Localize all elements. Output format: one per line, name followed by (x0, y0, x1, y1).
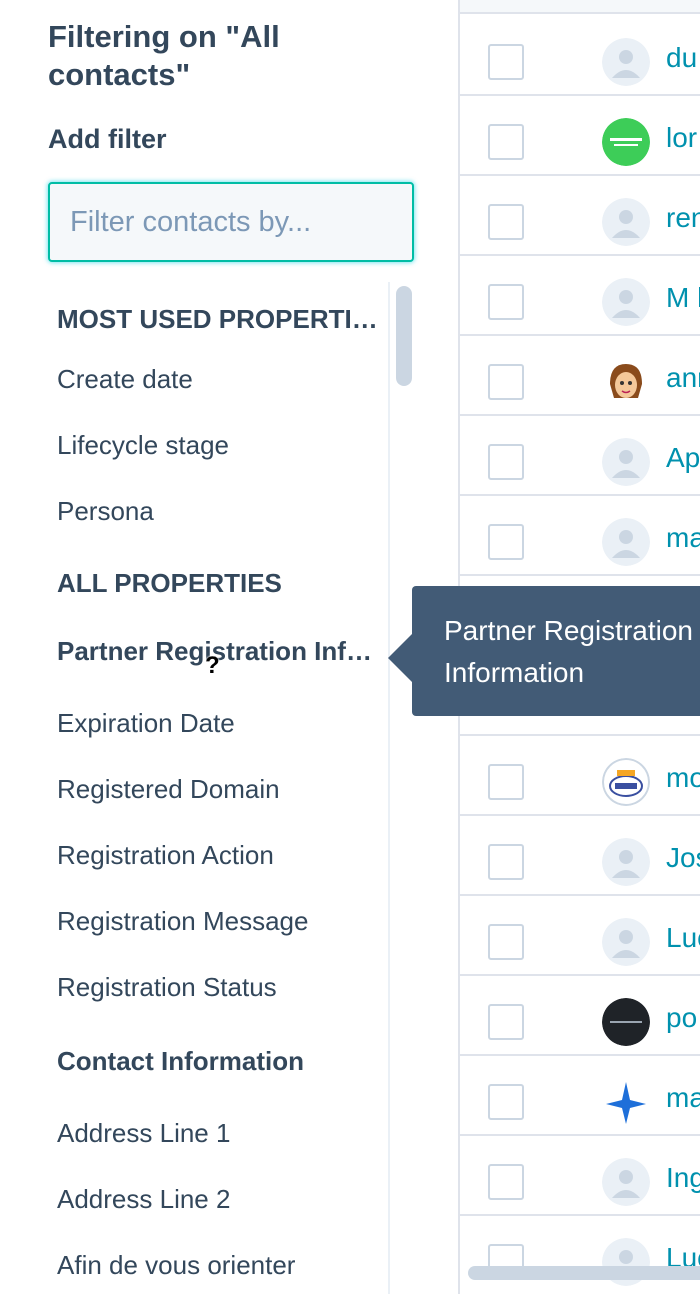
table-row[interactable]: ren (460, 174, 700, 256)
property-list: MOST USED PROPERTIES Create date Lifecyc… (0, 282, 390, 1294)
table-row[interactable]: mo (460, 734, 700, 816)
row-checkbox[interactable] (488, 924, 524, 960)
contact-name-link[interactable]: Jos (666, 842, 700, 874)
row-checkbox[interactable] (488, 364, 524, 400)
default-avatar-icon (602, 918, 650, 966)
row-checkbox[interactable] (488, 524, 524, 560)
row-checkbox[interactable] (488, 44, 524, 80)
property-create-date[interactable]: Create date (57, 364, 193, 395)
table-horizontal-scrollbar[interactable] (468, 1266, 700, 1280)
table-header-strip (460, 0, 700, 14)
default-avatar-icon (602, 1158, 650, 1206)
tooltip-text: Partner Registration Information (444, 615, 694, 688)
table-row[interactable]: ann (460, 334, 700, 416)
table-row[interactable]: Ing (460, 1134, 700, 1216)
table-row[interactable]: Luc (460, 1214, 700, 1294)
panel-title: Filtering on "All contacts" (48, 19, 280, 92)
table-row[interactable]: po (460, 974, 700, 1056)
contact-name-link[interactable]: ma (666, 1082, 700, 1114)
help-cursor-icon: ? (205, 652, 220, 679)
default-avatar-icon (602, 278, 650, 326)
property-afin-de-vous-orienter[interactable]: Afin de vous orienter (57, 1250, 295, 1281)
invivox-logo-icon (602, 998, 650, 1046)
property-address-line-1[interactable]: Address Line 1 (57, 1118, 230, 1149)
table-row[interactable]: ma (460, 1054, 700, 1136)
property-expiration-date[interactable]: Expiration Date (57, 708, 235, 739)
mae-logo-icon (602, 758, 650, 806)
group-header-contact-information: Contact Information (57, 1046, 304, 1076)
filter-search-input[interactable] (50, 184, 412, 260)
default-avatar-icon (602, 518, 650, 566)
tooltip: Partner Registration Information (412, 586, 700, 716)
row-checkbox[interactable] (488, 1164, 524, 1200)
contact-name-link[interactable]: Ing (666, 1162, 700, 1194)
row-checkbox[interactable] (488, 124, 524, 160)
table-row[interactable]: Luc (460, 894, 700, 976)
contact-name-link[interactable]: M l (666, 282, 700, 314)
property-registered-domain[interactable]: Registered Domain (57, 774, 280, 805)
default-avatar-icon (602, 438, 650, 486)
row-checkbox[interactable] (488, 1084, 524, 1120)
property-persona[interactable]: Persona (57, 496, 154, 527)
cartoon-face-avatar-icon (602, 358, 650, 406)
table-row[interactable]: du (460, 14, 700, 96)
star-logo-icon (602, 1078, 650, 1126)
filter-search-field[interactable] (48, 182, 414, 262)
contact-name-link[interactable]: ma (666, 522, 700, 554)
table-row[interactable]: Jos (460, 814, 700, 896)
table-row[interactable]: M l (460, 254, 700, 336)
contact-name-link[interactable]: ren (666, 202, 700, 234)
section-header-most-used: MOST USED PROPERTIES (57, 304, 381, 334)
contact-name-link[interactable]: po (666, 1002, 697, 1034)
schneider-logo-icon (602, 118, 650, 166)
property-address-line-2[interactable]: Address Line 2 (57, 1184, 230, 1215)
tooltip-arrow (388, 634, 412, 682)
contact-name-link[interactable]: lor (666, 122, 697, 154)
row-checkbox[interactable] (488, 844, 524, 880)
row-checkbox[interactable] (488, 284, 524, 320)
default-avatar-icon (602, 38, 650, 86)
default-avatar-icon (602, 198, 650, 246)
contact-name-link[interactable]: mo (666, 762, 700, 794)
property-registration-message[interactable]: Registration Message (57, 906, 308, 937)
contact-name-link[interactable]: Luc (666, 922, 700, 954)
row-checkbox[interactable] (488, 764, 524, 800)
section-header-all-properties: ALL PROPERTIES (57, 568, 282, 598)
row-checkbox[interactable] (488, 444, 524, 480)
property-lifecycle-stage[interactable]: Lifecycle stage (57, 430, 229, 461)
property-registration-status[interactable]: Registration Status (57, 972, 277, 1003)
property-list-scrollbar[interactable] (396, 286, 412, 386)
add-filter-label: Add filter (48, 124, 167, 154)
contact-name-link[interactable]: Ap (666, 442, 700, 474)
contact-name-link[interactable]: ann (666, 362, 700, 394)
contact-name-link[interactable]: du (666, 42, 697, 74)
row-checkbox[interactable] (488, 1004, 524, 1040)
row-checkbox[interactable] (488, 204, 524, 240)
default-avatar-icon (602, 838, 650, 886)
table-row[interactable]: Ap (460, 414, 700, 496)
table-row[interactable]: lor (460, 94, 700, 176)
property-registration-action[interactable]: Registration Action (57, 840, 274, 871)
table-row[interactable]: ma (460, 494, 700, 576)
